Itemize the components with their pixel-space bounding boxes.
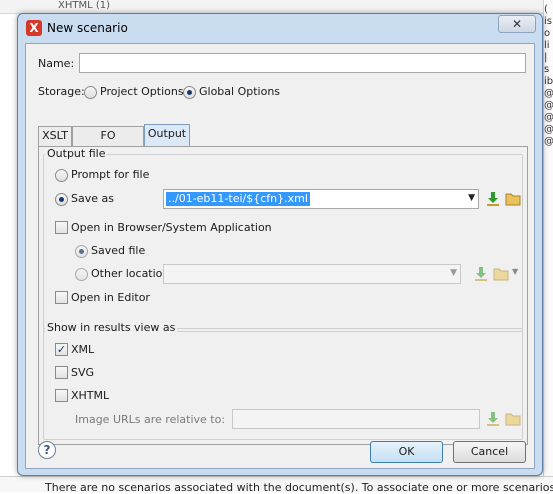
background-side-text: @ bbox=[544, 88, 553, 99]
background-status-area: There are no scenarios associated with t… bbox=[0, 476, 553, 494]
global-options-radio[interactable] bbox=[183, 86, 196, 99]
background-side-text: | bbox=[544, 52, 548, 63]
save-as-label: Save as bbox=[71, 192, 114, 205]
image-urls-label: Image URLs are relative to: bbox=[75, 413, 226, 426]
other-location-combo[interactable]: ▼ bbox=[163, 264, 461, 284]
image-urls-input[interactable] bbox=[232, 409, 480, 429]
global-options-label: Global Options bbox=[199, 85, 281, 98]
saved-file-label: Saved file bbox=[91, 244, 146, 257]
help-icon[interactable]: ? bbox=[38, 441, 56, 459]
background-side-text: ib bbox=[544, 76, 553, 87]
download-arrow-icon[interactable] bbox=[485, 191, 501, 207]
tab-output[interactable]: Output bbox=[144, 124, 190, 146]
other-location-label: Other location bbox=[91, 267, 170, 280]
project-options-radio[interactable] bbox=[84, 86, 97, 99]
oxygen-x-icon: X bbox=[26, 20, 42, 36]
open-in-browser-checkbox[interactable] bbox=[55, 221, 68, 234]
name-input[interactable] bbox=[79, 53, 526, 73]
background-side-text: o bbox=[544, 28, 551, 39]
save-as-value: ../01-eb11-tei/${cfn}.xml bbox=[166, 192, 310, 206]
svg-checkbox[interactable] bbox=[55, 366, 68, 379]
background-side-text: is bbox=[544, 16, 552, 27]
background-side-text: @ bbox=[544, 136, 553, 147]
project-options-label: Project Options bbox=[100, 85, 184, 98]
open-in-browser-label: Open in Browser/System Application bbox=[71, 221, 272, 234]
open-in-editor-label: Open in Editor bbox=[71, 291, 150, 304]
chevron-down-icon[interactable]: ▼ bbox=[468, 193, 475, 203]
folder-icon[interactable] bbox=[505, 411, 521, 427]
background-side-text: s bbox=[544, 64, 550, 75]
results-view-title: Show in results view as bbox=[45, 321, 178, 334]
ok-button[interactable]: OK bbox=[370, 441, 443, 463]
background-side-text: @ bbox=[544, 124, 553, 135]
open-in-editor-checkbox[interactable] bbox=[55, 291, 68, 304]
background-side-text: @ bbox=[544, 100, 553, 111]
folder-menu-chevron-icon[interactable]: ▼ bbox=[512, 267, 518, 276]
download-arrow-icon[interactable] bbox=[485, 411, 501, 427]
storage-label: Storage: bbox=[38, 85, 85, 98]
output-tab-panel: Output file Prompt for file Save as ../0… bbox=[38, 146, 528, 445]
name-label: Name: bbox=[38, 57, 75, 70]
close-button[interactable]: ✕ bbox=[498, 15, 536, 33]
prompt-for-file-radio[interactable] bbox=[55, 169, 68, 182]
folder-icon[interactable] bbox=[505, 191, 521, 207]
background-toolbar: XHTML (1) bbox=[0, 0, 553, 14]
xhtml-label: XHTML bbox=[71, 389, 110, 402]
dialog-title: New scenario bbox=[47, 21, 128, 35]
download-arrow-icon[interactable] bbox=[473, 266, 489, 282]
dialog-content: Name: Storage: Project Options Global Op… bbox=[25, 43, 535, 469]
background-side-text: @ bbox=[544, 112, 553, 123]
tab-fo-processor[interactable]: FO Processor bbox=[72, 126, 144, 160]
save-as-radio[interactable] bbox=[55, 193, 68, 206]
new-scenario-dialog: X New scenario ✕ Name: Storage: Project … bbox=[17, 13, 543, 476]
xhtml-checkbox[interactable] bbox=[55, 389, 68, 402]
other-location-radio[interactable] bbox=[75, 268, 88, 281]
folder-icon[interactable] bbox=[493, 266, 509, 282]
output-file-title: Output file bbox=[45, 147, 108, 160]
saved-file-radio[interactable] bbox=[75, 245, 88, 258]
background-right-panel: (is o li | s ib @ @ @ @ @ bbox=[543, 0, 553, 492]
tab-xslt[interactable]: XSLT bbox=[38, 126, 72, 146]
cancel-button[interactable]: Cancel bbox=[453, 441, 526, 463]
xml-checkbox[interactable]: ✓ bbox=[55, 343, 68, 356]
xml-label: XML bbox=[71, 343, 95, 356]
svg-label: SVG bbox=[71, 366, 95, 379]
dialog-title-bar[interactable]: X New scenario ✕ bbox=[18, 14, 542, 43]
save-as-combo[interactable]: ../01-eb11-tei/${cfn}.xml ▼ bbox=[163, 189, 479, 209]
background-side-text: li bbox=[544, 40, 550, 51]
prompt-for-file-label: Prompt for file bbox=[71, 168, 150, 181]
chevron-down-icon[interactable]: ▼ bbox=[450, 268, 457, 278]
background-scenarios-message: There are no scenarios associated with t… bbox=[45, 481, 553, 494]
background-side-text: ( bbox=[544, 4, 548, 15]
background-tab-label: XHTML (1) bbox=[58, 0, 111, 11]
